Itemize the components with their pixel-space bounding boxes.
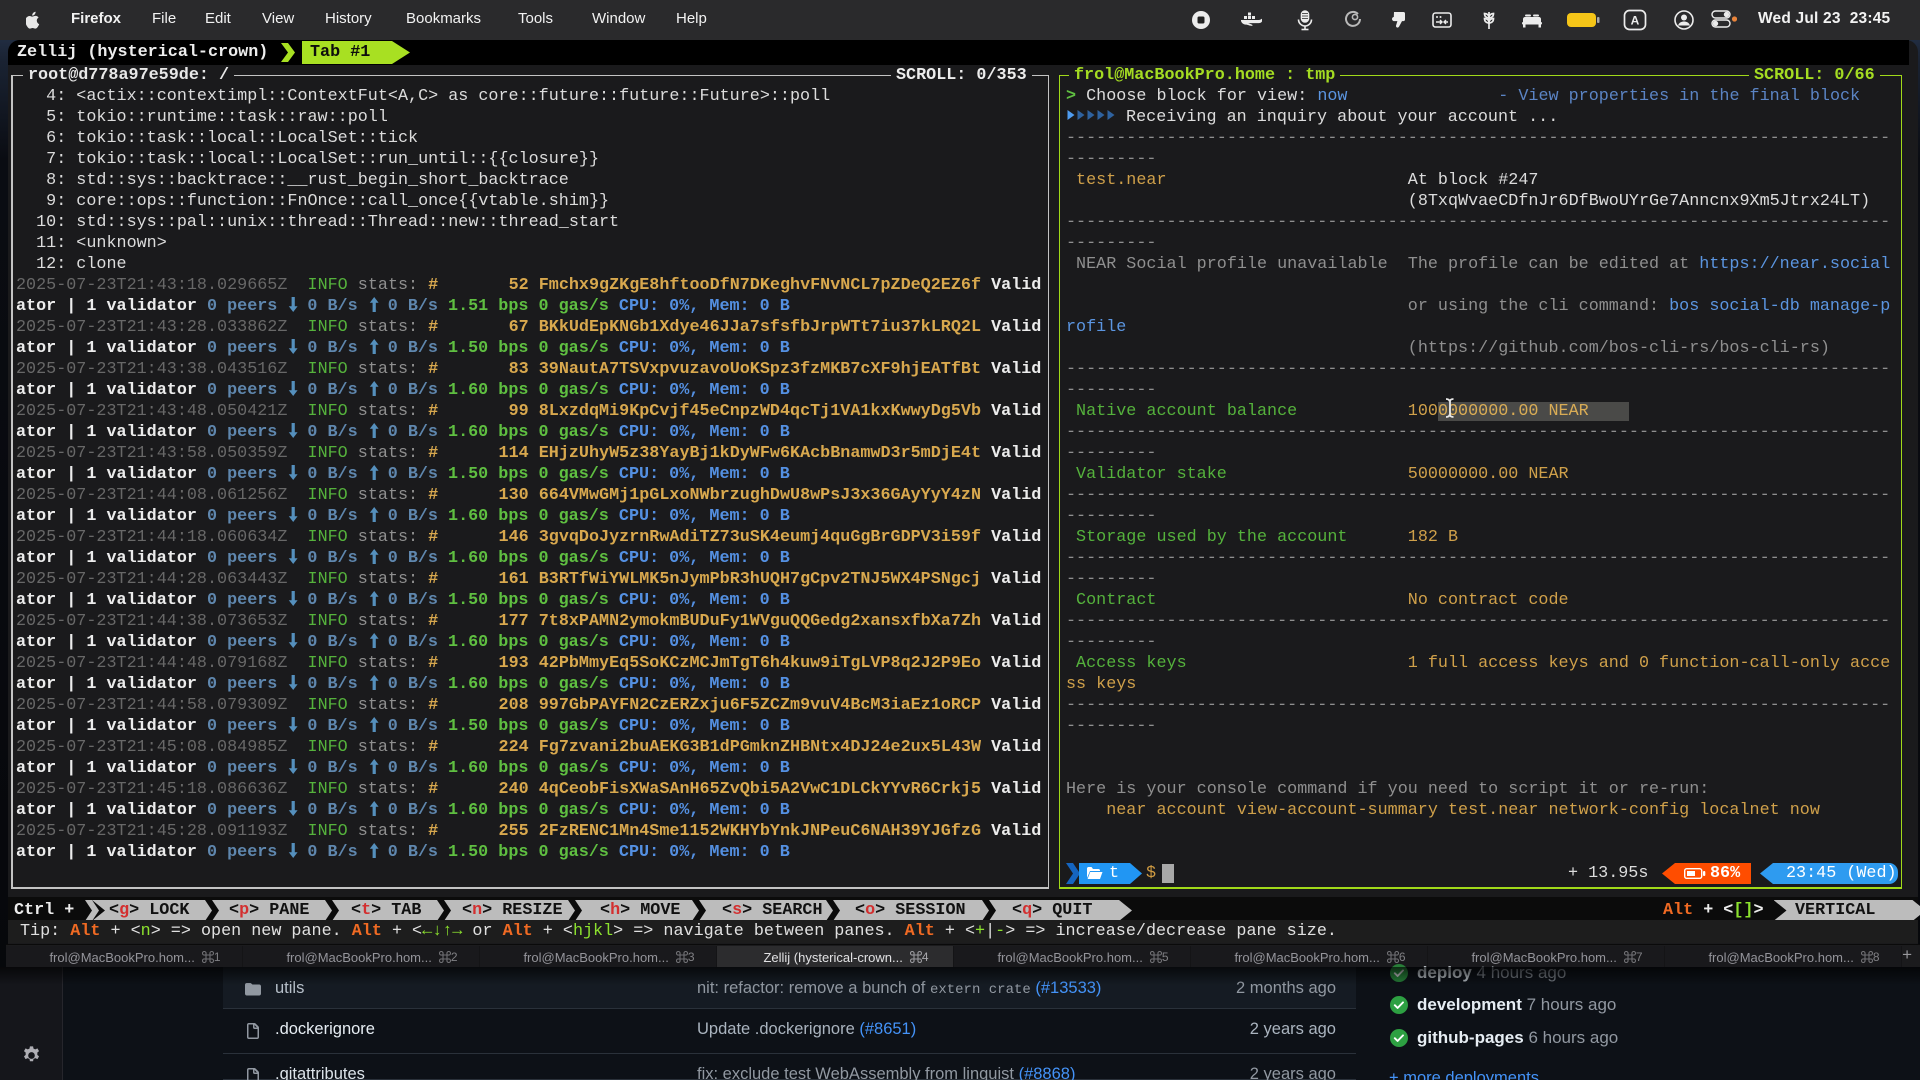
svg-text:A: A	[1631, 14, 1640, 28]
